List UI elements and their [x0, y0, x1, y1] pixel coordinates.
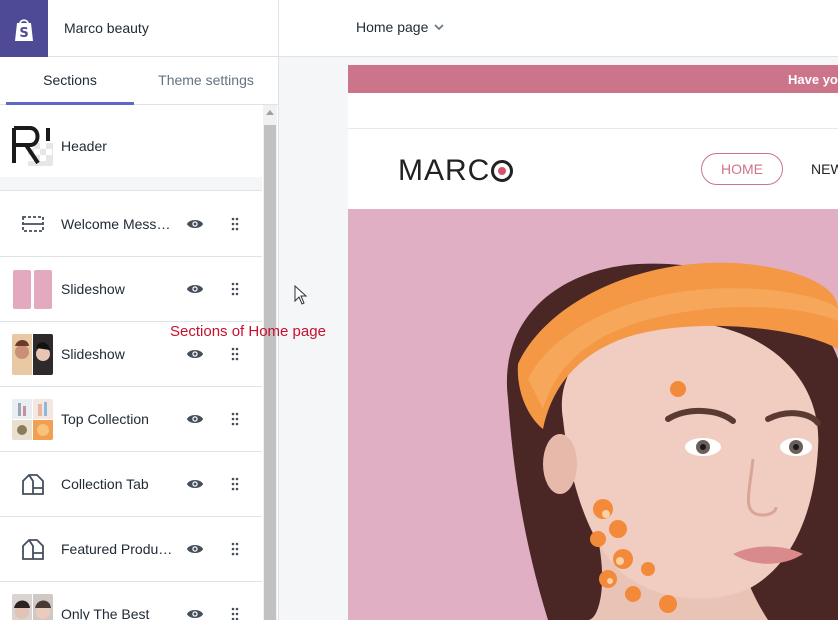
- only-the-best-thumbnail: [12, 594, 53, 620]
- theme-preview[interactable]: Have yo MARC HOME NEW: [348, 65, 838, 620]
- eye-icon[interactable]: [186, 540, 204, 558]
- shopify-logo[interactable]: S: [0, 0, 48, 57]
- top-collection-thumbnail: [12, 399, 53, 440]
- sidebar-tabs: Sections Theme settings: [0, 57, 278, 105]
- section-item-featured-products[interactable]: Featured Products: [0, 517, 262, 582]
- drag-handle-icon[interactable]: [230, 605, 240, 620]
- brand-logo-o-icon: [491, 160, 514, 182]
- eye-icon[interactable]: [186, 280, 204, 298]
- store-name: Marco beauty: [64, 20, 149, 36]
- hero-model-image: [348, 209, 838, 620]
- scrollbar-thumb[interactable]: [264, 125, 276, 620]
- scroll-up-arrow-icon[interactable]: [266, 110, 274, 115]
- section-item-top-collection[interactable]: Top Collection: [0, 387, 262, 452]
- section-item-header[interactable]: Header: [0, 115, 262, 180]
- drag-handle-icon[interactable]: [230, 540, 240, 558]
- brand-logo[interactable]: MARC: [398, 154, 514, 188]
- announcement-bar: Have yo: [348, 65, 838, 93]
- drag-handle-icon[interactable]: [230, 475, 240, 493]
- section-item-label: Slideshow: [61, 346, 125, 362]
- section-item-only-the-best[interactable]: Only The Best: [0, 582, 262, 620]
- eye-icon[interactable]: [186, 215, 204, 233]
- section-item-label: Featured Products: [61, 541, 176, 557]
- nav-new-link[interactable]: NEW: [811, 161, 838, 177]
- chevron-down-icon: [434, 24, 444, 30]
- section-item-label: Only The Best: [61, 606, 150, 620]
- topbar-divider: [278, 0, 279, 57]
- preview-navbar: MARC HOME NEW: [348, 129, 838, 209]
- header-thumbnail: [12, 125, 53, 166]
- featured-products-icon: [12, 529, 53, 570]
- eye-icon[interactable]: [186, 345, 204, 363]
- tab-theme-settings[interactable]: Theme settings: [140, 57, 272, 105]
- eye-icon[interactable]: [186, 605, 204, 620]
- slideshow-thumbnail: [12, 334, 53, 375]
- top-bar: S Marco beauty Home page: [0, 0, 838, 57]
- page-selector-dropdown[interactable]: Home page: [356, 19, 444, 35]
- mouse-cursor-icon: [294, 285, 308, 305]
- shopify-bag-icon: S: [15, 18, 33, 41]
- page-selector-label: Home page: [356, 19, 429, 35]
- drag-handle-icon[interactable]: [230, 215, 240, 233]
- section-item-welcome-message[interactable]: Welcome Message: [0, 192, 262, 257]
- hero-banner: [348, 209, 838, 620]
- eye-icon[interactable]: [186, 475, 204, 493]
- drag-handle-icon[interactable]: [230, 410, 240, 428]
- svg-text:S: S: [19, 26, 28, 41]
- section-item-slideshow[interactable]: Slideshow: [0, 257, 262, 322]
- preview-top-strip: [348, 93, 838, 129]
- brand-logo-text: MARC: [398, 154, 491, 187]
- section-item-label: Welcome Message: [61, 216, 176, 232]
- section-item-label: Slideshow: [61, 281, 125, 297]
- welcome-message-icon: [12, 204, 53, 245]
- drag-handle-icon[interactable]: [230, 345, 240, 363]
- section-item-label: Collection Tab: [61, 476, 149, 492]
- collection-tab-icon: [12, 464, 53, 505]
- section-divider: [0, 177, 262, 191]
- tab-sections[interactable]: Sections: [6, 57, 134, 105]
- sections-annotation: Sections of Home page: [170, 323, 326, 340]
- drag-handle-icon[interactable]: [230, 280, 240, 298]
- slideshow-thumbnail: [12, 269, 53, 310]
- section-item-collection-tab[interactable]: Collection Tab: [0, 452, 262, 517]
- section-item-label: Top Collection: [61, 411, 149, 427]
- sidebar-scrollbar[interactable]: [263, 105, 277, 620]
- eye-icon[interactable]: [186, 410, 204, 428]
- announcement-text: Have yo: [788, 72, 838, 87]
- nav-home-link[interactable]: HOME: [701, 153, 783, 185]
- section-item-label: Header: [61, 138, 107, 154]
